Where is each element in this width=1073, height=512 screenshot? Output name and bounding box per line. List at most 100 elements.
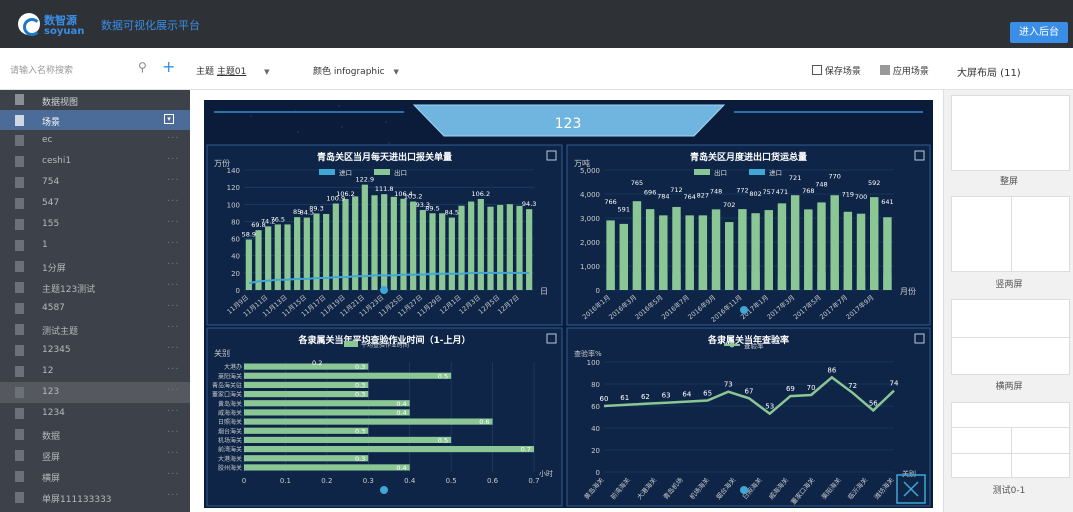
sidebar-item[interactable]: 测试主题 ··· <box>0 319 190 340</box>
dashboard-preview[interactable]: 123 青岛关区当月每天进出口报关单量 青岛关区月度进出口货运总量 各隶属关当年平均查… <box>204 100 933 508</box>
chevron-down-icon: ▼ <box>384 68 399 76</box>
sidebar-item-label: 754 <box>42 177 60 187</box>
data-label: 0.4 <box>396 400 406 408</box>
more-icon[interactable]: ··· <box>167 238 180 249</box>
sidebar-section-scene[interactable]: 场景 ▾ <box>0 110 190 130</box>
y-tick-label: 莱阳海关 <box>218 372 242 380</box>
star-dot <box>338 105 340 107</box>
y-tick-label: 3,000 <box>580 215 600 223</box>
more-icon[interactable]: ··· <box>167 280 180 291</box>
more-icon[interactable]: ··· <box>167 364 180 375</box>
sidebar-item[interactable]: ec ··· <box>0 130 190 151</box>
theme-select[interactable]: 主题 主题01 ▼ <box>196 64 270 77</box>
chart-title: 青岛关区当月每天进出口报关单量 <box>317 151 452 163</box>
more-icon[interactable]: ··· <box>167 448 180 459</box>
layout-thumb-test[interactable] <box>951 402 1070 478</box>
search-input[interactable]: 请输入名称搜索 <box>10 63 130 76</box>
x-tick-label: 0.1 <box>280 477 291 485</box>
x-tick-label: 0.4 <box>404 477 416 485</box>
y-tick-label: 20 <box>231 270 240 278</box>
more-icon[interactable]: ··· <box>167 322 180 333</box>
data-label: 103.2 <box>404 193 423 201</box>
more-icon[interactable]: ··· <box>167 385 180 396</box>
layout-thumb-full[interactable] <box>951 95 1070 171</box>
more-icon[interactable]: ··· <box>167 490 180 501</box>
y-tick-label: 60 <box>231 236 240 244</box>
sidebar-item[interactable]: 单屏111133333 ··· <box>0 487 190 508</box>
more-icon[interactable]: ··· <box>167 469 180 480</box>
file-icon <box>15 135 24 146</box>
sidebar-section-dataview[interactable]: 数据视图 <box>0 90 190 110</box>
more-icon[interactable]: ··· <box>167 301 180 312</box>
layout-thumb-horizontal-split[interactable] <box>951 299 1070 375</box>
sidebar-item-label: ceshi1 <box>42 156 72 166</box>
legend-swatch <box>319 169 335 175</box>
data-label: 89.5 <box>425 204 439 212</box>
sidebar-item[interactable]: 竖屏 ··· <box>0 445 190 466</box>
more-icon[interactable]: ··· <box>167 427 180 438</box>
data-label: 700 <box>855 193 867 201</box>
enter-admin-button[interactable]: 进入后台 <box>1010 22 1068 43</box>
legend-label: 进口 <box>769 169 782 177</box>
data-label: 61 <box>620 394 629 402</box>
bar <box>856 213 866 290</box>
sidebar-item[interactable]: 1分屏 ··· <box>0 256 190 277</box>
sidebar-item[interactable]: 155 ··· <box>0 214 190 235</box>
more-icon[interactable]: ··· <box>167 196 180 207</box>
star-dot <box>388 142 390 144</box>
data-label: 766 <box>604 198 616 206</box>
layout-thumb-vertical-split[interactable] <box>951 196 1070 272</box>
sidebar-item[interactable]: 横屏 ··· <box>0 466 190 487</box>
data-label: 696 <box>644 188 656 196</box>
more-icon[interactable]: ··· <box>167 154 180 165</box>
add-icon[interactable]: + <box>162 57 175 76</box>
save-scene-button[interactable]: 保存场景 <box>812 64 861 77</box>
more-icon[interactable]: ··· <box>167 259 180 270</box>
sidebar-item[interactable]: 547 ··· <box>0 193 190 214</box>
y-unit-label: 关别 <box>214 348 230 358</box>
bar <box>698 215 708 290</box>
search-icon[interactable]: ⚲ <box>138 60 147 74</box>
sidebar-item[interactable]: 4587 ··· <box>0 298 190 319</box>
data-label: 67 <box>745 387 754 395</box>
more-icon[interactable]: ··· <box>167 133 180 144</box>
sidebar-item-label: 547 <box>42 198 60 208</box>
sidebar-item[interactable]: ceshi1 ··· <box>0 151 190 172</box>
sidebar-item[interactable]: 12345 ··· <box>0 340 190 361</box>
data-label: 784 <box>657 193 669 201</box>
data-label: 471 <box>776 188 788 196</box>
sidebar-item[interactable]: 1 ··· <box>0 235 190 256</box>
data-label: 0.5 <box>438 372 448 380</box>
color-label: 颜色 <box>313 67 332 77</box>
sidebar-item[interactable]: 1234 ··· <box>0 403 190 424</box>
bar <box>516 205 523 290</box>
file-icon <box>15 177 24 188</box>
sidebar-item[interactable]: 123 ··· <box>0 382 190 403</box>
bar <box>659 215 668 290</box>
sidebar-item[interactable]: 主题123测试 ··· <box>0 277 190 298</box>
more-icon[interactable]: ··· <box>167 343 180 354</box>
y-tick-label: 40 <box>591 425 600 433</box>
sidebar-item[interactable]: 754 ··· <box>0 172 190 193</box>
bar <box>751 213 760 290</box>
color-select[interactable]: 颜色 infographic ▼ <box>313 64 399 77</box>
collapse-icon[interactable]: ▾ <box>164 114 174 124</box>
chevron-down-icon: ▼ <box>246 68 270 76</box>
y-tick-label: 80 <box>231 218 240 226</box>
star-dot <box>385 121 387 123</box>
data-label: 89.3 <box>309 204 323 212</box>
bar <box>711 209 721 290</box>
bar <box>244 446 534 453</box>
logo-icon <box>18 13 41 36</box>
sidebar-item[interactable]: 数据 ··· <box>0 424 190 445</box>
star-dot <box>297 131 299 133</box>
more-icon[interactable]: ··· <box>167 175 180 186</box>
more-icon[interactable]: ··· <box>167 217 180 228</box>
more-icon[interactable]: ··· <box>167 406 180 417</box>
sidebar-item[interactable]: 12 ··· <box>0 361 190 382</box>
layout-panel-title: 大屏布局 (11) <box>957 68 1021 79</box>
y-tick-label: 大港海关 <box>218 455 242 463</box>
sidebar-item-label: 4587 <box>42 303 65 313</box>
apply-scene-button[interactable]: 应用场景 <box>880 64 929 77</box>
bar <box>738 209 747 290</box>
